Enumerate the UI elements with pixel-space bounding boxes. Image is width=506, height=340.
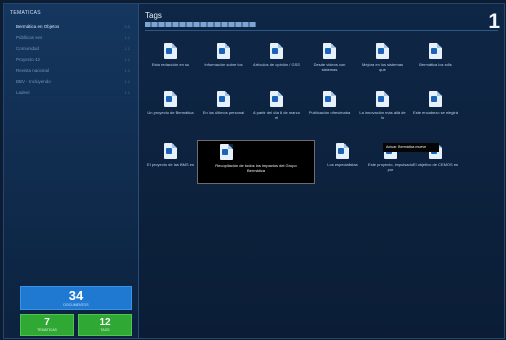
document-icon: [164, 43, 177, 59]
document-icon: [164, 91, 177, 107]
sidebar-item-label: Públlicas ses: [16, 35, 43, 40]
document-caption: Los especialistas: [327, 162, 358, 167]
document-caption: El proyecto de las BMS es: [147, 162, 194, 167]
document-caption: Artículos de opinión / GSS: [253, 62, 300, 67]
document-tile[interactable]: Bermática los sdls: [409, 40, 462, 87]
document-icon: [270, 43, 283, 59]
sidebar-item-count: 0.5: [124, 24, 130, 29]
document-icon: [164, 143, 177, 159]
document-icon: [429, 43, 442, 59]
app-window: TEMATICAS Bermática en Objetos 0.5 Públl…: [3, 3, 505, 339]
sidebar-list: Bermática en Objetos 0.5 Públlicas ses 1…: [4, 21, 138, 98]
sidebar-item-label: Ladeel: [16, 90, 30, 95]
sidebar-item-label: BBV - Incluyendo: [16, 79, 51, 84]
document-tile[interactable]: Mejora en los sistemas que: [356, 40, 409, 87]
document-caption: En los últimos personal: [202, 110, 245, 115]
sidebar-item[interactable]: Revista nacional 1.1: [4, 65, 138, 76]
document-icon: [323, 91, 336, 107]
sidebar-item[interactable]: Comunidad 1.1: [4, 43, 138, 54]
breadcrumb[interactable]: [145, 22, 256, 27]
document-icon: [376, 91, 389, 107]
sidebar-item[interactable]: Bermática en Objetos 0.5: [4, 21, 138, 32]
tags-count-tile[interactable]: 12 TAGS: [78, 314, 132, 336]
document-icon: [219, 144, 233, 160]
sidebar-item[interactable]: Ladeel 1.1: [4, 87, 138, 98]
tematicas-count-label: TEMATICAS: [37, 328, 57, 332]
document-tile[interactable]: La innovación más allá de lo: [356, 88, 409, 135]
sidebar-item[interactable]: Proyecto 42 1.1: [4, 54, 138, 65]
document-caption: Información sobre los: [204, 62, 243, 67]
sidebar-item-count: 1.1: [124, 68, 130, 73]
document-caption: Publicación ofrecimaba: [308, 110, 351, 115]
tematicas-count-tile[interactable]: 7 TEMATICAS: [20, 314, 74, 336]
document-tile[interactable]: El proyecto de las BMS es: [144, 140, 197, 187]
tile-tooltip: Actuar. Bermática mueve: [383, 143, 439, 152]
document-caption: Este proyecto, impulsado por: [368, 162, 413, 172]
document-caption: El objetivo de CEMOS es: [412, 162, 459, 167]
document-caption: Este encabezo se elegirá: [413, 110, 458, 115]
sidebar-item-count: 1.1: [124, 46, 130, 51]
document-icon: [376, 43, 389, 59]
document-caption: Mejora en los sistemas que: [362, 62, 403, 72]
document-icon: [217, 91, 230, 107]
document-tile[interactable]: Desde videos con sistemas: [303, 40, 356, 87]
tematicas-count-value: 7: [44, 317, 50, 328]
documents-count-label: DOCUMENTOS: [63, 303, 89, 307]
document-tile[interactable]: Los especialistas: [316, 140, 369, 187]
tags-count-value: 12: [99, 317, 111, 328]
document-caption: Desde videos con sistemas: [313, 62, 346, 72]
document-tile-selected[interactable]: Recopilación de todos los impactos del G…: [197, 140, 315, 184]
page-title: Tags: [145, 11, 162, 20]
sidebar-title: TEMATICAS: [10, 10, 41, 16]
document-tile[interactable]: Este encabezo se elegirá: [409, 88, 462, 135]
document-tile[interactable]: Publicación ofrecimaba: [303, 88, 356, 135]
document-icon: [270, 91, 283, 107]
stats-row: 7 TEMATICAS 12 TAGS: [20, 314, 132, 336]
document-caption: La innovación más allá de lo: [359, 110, 406, 120]
divider: [145, 30, 498, 31]
document-tile[interactable]: Información sobre los: [197, 40, 250, 87]
document-caption: Esta redacción en su: [151, 62, 190, 67]
main-panel: Tags 1 Esta redacción en su Información …: [139, 4, 504, 338]
document-caption: Un proyecto de Bermática: [147, 110, 194, 115]
document-icon: [323, 43, 336, 59]
sidebar-item-label: Revista nacional: [16, 68, 50, 73]
document-caption: Bermática los sdls: [419, 62, 452, 67]
tags-count-label: TAGS: [100, 328, 110, 332]
sidebar-item-label: Proyecto 42: [16, 57, 41, 62]
document-tile[interactable]: A partir del día 8 de marzo el: [250, 88, 303, 135]
document-tile[interactable]: Un proyecto de Bermática: [144, 88, 197, 135]
sidebar-item[interactable]: Públlicas ses 1.1: [4, 32, 138, 43]
documents-count-tile[interactable]: 34 DOCUMENTOS: [20, 286, 132, 310]
sidebar-item-label: Bermática en Objetos: [16, 24, 60, 29]
document-caption: A partir del día 8 de marzo el: [253, 110, 300, 120]
sidebar-item[interactable]: BBV - Incluyendo 1.1: [4, 76, 138, 87]
sidebar-item-count: 1.1: [124, 79, 130, 84]
document-icon: [217, 43, 230, 59]
document-tile[interactable]: Artículos de opinión / GSS: [250, 40, 303, 87]
sidebar-item-label: Comunidad: [16, 46, 40, 51]
document-caption: Recopilación de todos los impactos del G…: [215, 163, 297, 173]
sidebar-item-count: 1.1: [124, 90, 130, 95]
sidebar: TEMATICAS Bermática en Objetos 0.5 Públl…: [4, 4, 139, 338]
document-tile[interactable]: Esta redacción en su: [144, 40, 197, 87]
sidebar-item-count: 1.1: [124, 35, 130, 40]
document-icon: [429, 91, 442, 107]
document-tile[interactable]: En los últimos personal: [197, 88, 250, 135]
documents-count-value: 34: [68, 288, 84, 303]
sidebar-item-count: 1.1: [124, 57, 130, 62]
document-icon: [336, 143, 349, 159]
